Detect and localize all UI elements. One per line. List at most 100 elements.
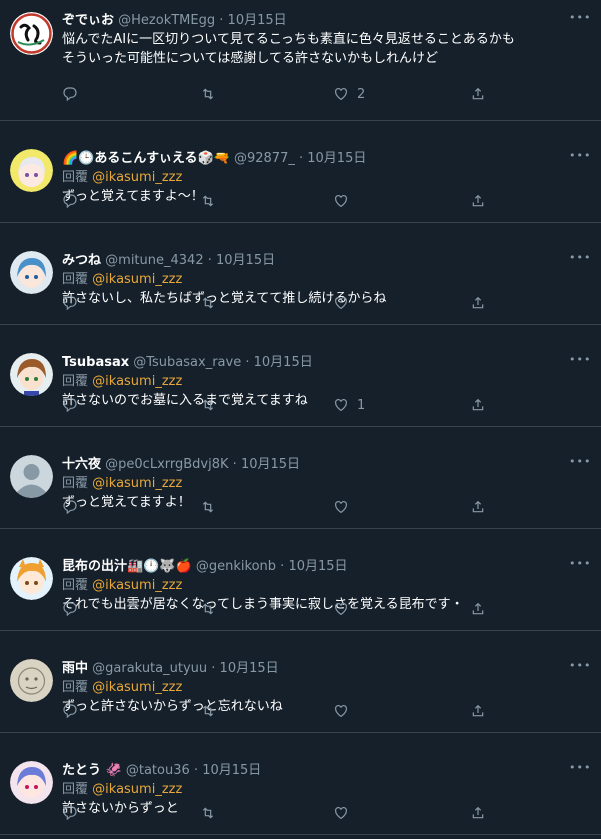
avatar[interactable]: [10, 557, 53, 600]
display-name[interactable]: 十六夜: [62, 457, 101, 472]
like-button[interactable]: [333, 599, 357, 619]
tweet-actions: 1: [62, 395, 484, 415]
replying-to: 回覆 @ikasumi_zzz: [62, 272, 183, 287]
user-handle[interactable]: @mitune_4342: [105, 253, 203, 268]
retweet-button[interactable]: [200, 599, 216, 619]
avatar[interactable]: [10, 761, 53, 804]
avatar[interactable]: [10, 455, 53, 498]
more-options-icon[interactable]: •••: [569, 353, 590, 372]
more-options-icon[interactable]: •••: [569, 251, 590, 270]
share-button[interactable]: [470, 803, 486, 823]
timestamp[interactable]: 10月15日: [202, 763, 261, 778]
display-name[interactable]: Tsubasax: [62, 355, 129, 370]
like-button[interactable]: 1: [333, 395, 365, 415]
display-name[interactable]: ぞでぃお: [62, 13, 114, 28]
reply-button[interactable]: [62, 497, 78, 517]
avatar[interactable]: [10, 251, 53, 294]
like-button[interactable]: [333, 497, 357, 517]
reply-button[interactable]: [62, 293, 78, 313]
timestamp[interactable]: 10月15日: [241, 457, 300, 472]
retweet-button[interactable]: [200, 191, 216, 211]
more-options-icon[interactable]: •••: [569, 659, 590, 678]
reply-button[interactable]: [62, 701, 78, 721]
more-options-icon[interactable]: •••: [569, 149, 590, 168]
tweet[interactable]: 昆布の出汁🏭🕛🐺🍎 @genkikonb · 10月15日 回覆 @ikasum…: [0, 529, 601, 631]
timestamp[interactable]: 10月15日: [288, 559, 347, 574]
reply-icon: [63, 602, 77, 617]
heart-icon: [335, 398, 347, 412]
share-button[interactable]: [470, 395, 486, 415]
share-button[interactable]: [470, 701, 486, 721]
like-button[interactable]: [333, 803, 357, 823]
mention-link[interactable]: @ikasumi_zzz: [92, 170, 182, 185]
reply-button[interactable]: [62, 191, 78, 211]
mention-link[interactable]: @ikasumi_zzz: [92, 476, 182, 491]
reply-button[interactable]: [62, 395, 78, 415]
share-button[interactable]: [470, 293, 486, 313]
mention-link[interactable]: @ikasumi_zzz: [92, 680, 182, 695]
timestamp[interactable]: 10月15日: [254, 355, 313, 370]
avatar[interactable]: [10, 12, 53, 55]
retweet-button[interactable]: [200, 395, 216, 415]
retweet-button[interactable]: [200, 803, 216, 823]
display-name[interactable]: 雨中: [62, 661, 88, 676]
tweet[interactable]: 雨中 @garakuta_utyuu · 10月15日 回覆 @ikasumi_…: [0, 631, 601, 733]
share-button[interactable]: [470, 599, 486, 619]
tweet[interactable]: みつね @mitune_4342 · 10月15日 回覆 @ikasumi_zz…: [0, 223, 601, 325]
tweet[interactable]: 十六夜 @pe0cLxrrgBdvj8K · 10月15日 回覆 @ikasum…: [0, 427, 601, 529]
more-options-icon[interactable]: •••: [569, 761, 590, 780]
display-name[interactable]: 🌈🕒あるこんすぃえる🎲🔫: [62, 151, 230, 166]
more-options-icon[interactable]: •••: [569, 455, 590, 474]
share-button[interactable]: [470, 497, 486, 517]
mention-link[interactable]: @ikasumi_zzz: [92, 782, 182, 797]
mention-link[interactable]: @ikasumi_zzz: [92, 578, 182, 593]
more-options-icon[interactable]: •••: [569, 11, 590, 30]
avatar[interactable]: [10, 353, 53, 396]
more-options-icon[interactable]: •••: [569, 557, 590, 576]
reply-icon: [63, 704, 77, 719]
avatar[interactable]: [10, 659, 53, 702]
retweet-button[interactable]: [200, 84, 216, 104]
share-button[interactable]: [470, 191, 486, 211]
share-icon: [472, 500, 484, 513]
avatar[interactable]: [10, 149, 53, 192]
mention-link[interactable]: @ikasumi_zzz: [92, 272, 182, 287]
tweet[interactable]: たとう 🦑 @tatou36 · 10月15日 回覆 @ikasumi_zzz …: [0, 733, 601, 835]
tweet-text-line: そういった可能性については感謝してる許さないかもしれんけど: [62, 51, 438, 66]
like-button[interactable]: 2: [333, 84, 365, 104]
share-icon: [472, 602, 484, 615]
user-handle[interactable]: @garakuta_utyuu: [92, 661, 207, 676]
reply-button[interactable]: [62, 803, 78, 823]
user-handle[interactable]: @Tsubasax_rave: [133, 355, 241, 370]
timestamp[interactable]: 10月15日: [228, 13, 287, 28]
user-handle[interactable]: @genkikonb: [196, 559, 276, 574]
heart-icon: [335, 87, 347, 101]
reply-button[interactable]: [62, 84, 78, 104]
like-count: 1: [357, 397, 366, 413]
timestamp[interactable]: 10月15日: [216, 253, 275, 268]
reply-button[interactable]: [62, 599, 78, 619]
mention-link[interactable]: @ikasumi_zzz: [92, 374, 182, 389]
display-name[interactable]: 昆布の出汁🏭🕛🐺🍎: [62, 559, 192, 574]
like-button[interactable]: [333, 191, 357, 211]
tweet[interactable]: 🌈🕒あるこんすぃえる🎲🔫 @92877_ · 10月15日 回覆 @ikasum…: [0, 121, 601, 223]
user-handle[interactable]: @HezokTMEgg: [118, 13, 215, 28]
retweet-icon: [202, 603, 214, 615]
retweet-button[interactable]: [200, 497, 216, 517]
retweet-button[interactable]: [200, 293, 216, 313]
display-name[interactable]: みつね: [62, 253, 101, 268]
user-handle[interactable]: @pe0cLxrrgBdvj8K: [105, 457, 228, 472]
share-icon: [472, 87, 484, 100]
user-handle[interactable]: @tatou36: [126, 763, 190, 778]
display-name[interactable]: たとう 🦑: [62, 763, 122, 778]
tweet[interactable]: Tsubasax @Tsubasax_rave · 10月15日 回覆 @ika…: [0, 325, 601, 427]
retweet-button[interactable]: [200, 701, 216, 721]
retweet-icon: [202, 807, 214, 819]
share-button[interactable]: [470, 84, 486, 104]
like-button[interactable]: [333, 293, 357, 313]
tweet[interactable]: ぞでぃお @HezokTMEgg · 10月15日 悩んでたAIに一区切りついて…: [0, 0, 601, 121]
timestamp[interactable]: 10月15日: [220, 661, 279, 676]
user-handle[interactable]: @92877_: [234, 151, 295, 166]
timestamp[interactable]: 10月15日: [307, 151, 366, 166]
like-button[interactable]: [333, 701, 357, 721]
